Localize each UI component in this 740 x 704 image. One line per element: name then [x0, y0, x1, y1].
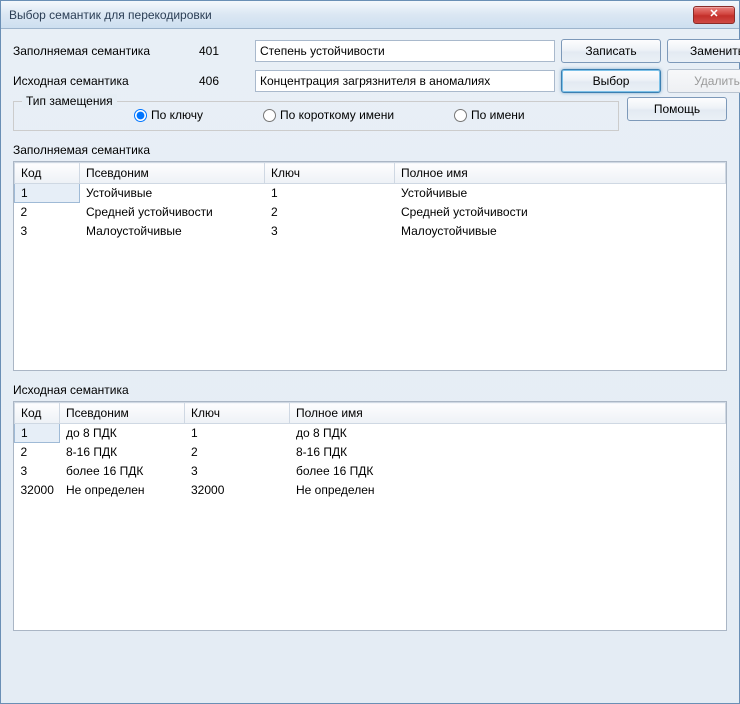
- src-table-container: Код Псевдоним Ключ Полное имя 1 до 8 ПДК…: [13, 401, 727, 631]
- fill-semantics-code: 401: [199, 44, 249, 58]
- col-key[interactable]: Ключ: [265, 163, 395, 184]
- col-fullname[interactable]: Полное имя: [395, 163, 726, 184]
- radio-by-short-label: По короткому имени: [280, 108, 394, 122]
- substitution-type-legend: Тип замещения: [22, 94, 117, 108]
- help-button[interactable]: Помощь: [627, 97, 727, 121]
- fill-table-container: Код Псевдоним Ключ Полное имя 1 Устойчив…: [13, 161, 727, 371]
- close-button[interactable]: ✕: [693, 6, 735, 24]
- replace-button[interactable]: Заменить: [667, 39, 740, 63]
- src-semantics-input[interactable]: [255, 70, 555, 92]
- dialog-body: Заполняемая семантика 401 Записать Замен…: [1, 29, 739, 703]
- col-alias[interactable]: Псевдоним: [60, 403, 185, 424]
- col-code[interactable]: Код: [15, 163, 80, 184]
- window-title: Выбор семантик для перекодировки: [9, 8, 693, 22]
- radio-by-key-input[interactable]: [134, 109, 147, 122]
- table-row[interactable]: 1 Устойчивые 1 Устойчивые: [15, 184, 726, 203]
- radio-by-name-input[interactable]: [454, 109, 467, 122]
- delete-button: Удалить: [667, 69, 740, 93]
- table-row[interactable]: 3 Малоустойчивые 3 Малоустойчивые: [15, 222, 726, 241]
- radio-by-short[interactable]: По короткому имени: [263, 108, 394, 122]
- fill-semantics-input[interactable]: [255, 40, 555, 62]
- table-row[interactable]: 32000 Не определен 32000 Не определен: [15, 481, 726, 500]
- dialog-window: Выбор семантик для перекодировки ✕ Запол…: [0, 0, 740, 704]
- radio-by-key[interactable]: По ключу: [134, 108, 203, 122]
- src-semantics-code: 406: [199, 74, 249, 88]
- substitution-type-fieldset: Тип замещения По ключу По короткому имен…: [13, 101, 619, 131]
- fill-semantics-label: Заполняемая семантика: [13, 44, 193, 58]
- radio-by-name[interactable]: По имени: [454, 108, 525, 122]
- radio-by-short-input[interactable]: [263, 109, 276, 122]
- col-fullname[interactable]: Полное имя: [290, 403, 726, 424]
- fill-section-label: Заполняемая семантика: [13, 143, 727, 157]
- col-code[interactable]: Код: [15, 403, 60, 424]
- radio-by-name-label: По имени: [471, 108, 525, 122]
- save-button[interactable]: Записать: [561, 39, 661, 63]
- fill-table[interactable]: Код Псевдоним Ключ Полное имя 1 Устойчив…: [14, 162, 726, 241]
- src-semantics-label: Исходная семантика: [13, 74, 193, 88]
- table-row[interactable]: 2 Средней устойчивости 2 Средней устойчи…: [15, 203, 726, 222]
- titlebar: Выбор семантик для перекодировки ✕: [1, 1, 739, 29]
- src-table[interactable]: Код Псевдоним Ключ Полное имя 1 до 8 ПДК…: [14, 402, 726, 500]
- table-row[interactable]: 1 до 8 ПДК 1 до 8 ПДК: [15, 424, 726, 443]
- radio-by-key-label: По ключу: [151, 108, 203, 122]
- col-alias[interactable]: Псевдоним: [80, 163, 265, 184]
- choose-button[interactable]: Выбор: [561, 69, 661, 93]
- table-row[interactable]: 3 более 16 ПДК 3 более 16 ПДК: [15, 462, 726, 481]
- col-key[interactable]: Ключ: [185, 403, 290, 424]
- top-form: Заполняемая семантика 401 Записать Замен…: [13, 39, 727, 93]
- src-section-label: Исходная семантика: [13, 383, 727, 397]
- table-row[interactable]: 2 8-16 ПДК 2 8-16 ПДК: [15, 443, 726, 462]
